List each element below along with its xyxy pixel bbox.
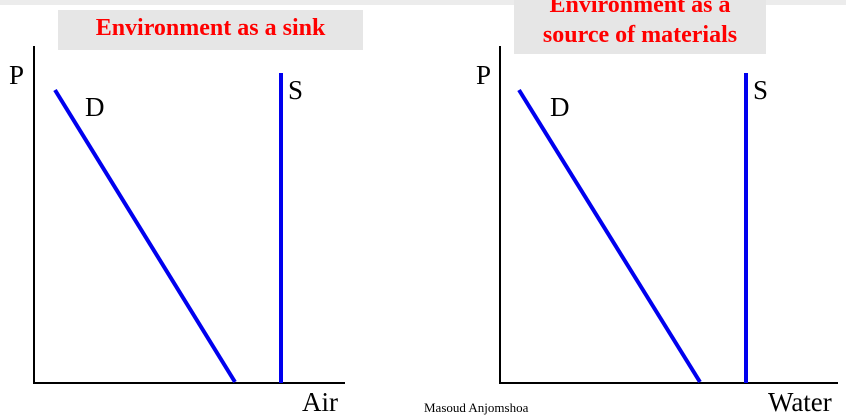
right-demand-curve xyxy=(517,88,702,384)
left-demand-curve xyxy=(53,88,237,384)
right-x-axis-label: Water xyxy=(768,387,832,416)
left-demand-label: D xyxy=(85,92,105,122)
supply-demand-diagrams: P D S Air P D S Water xyxy=(9,46,838,416)
right-supply-label: S xyxy=(753,75,768,105)
left-y-axis-label: P xyxy=(9,60,24,90)
left-x-axis-label: Air xyxy=(302,387,338,416)
right-panel: P D S Water xyxy=(476,46,838,416)
left-panel: P D S Air xyxy=(9,46,345,416)
right-demand-label: D xyxy=(550,92,570,122)
left-supply-label: S xyxy=(288,75,303,105)
author-credit: Masoud Anjomshoa xyxy=(424,400,529,415)
right-y-axis-label: P xyxy=(476,60,491,90)
